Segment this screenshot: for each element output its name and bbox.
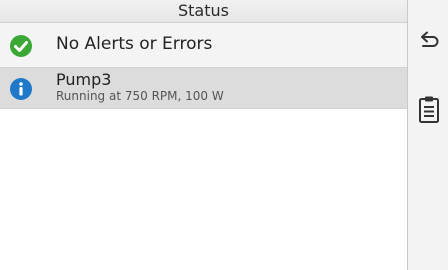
page-title: Status xyxy=(0,0,407,23)
status-panel: Status No Alerts or Errors Pump3 Running… xyxy=(0,0,408,270)
info-icon xyxy=(9,77,33,101)
status-item-pump3[interactable]: Pump3 Running at 750 RPM, 100 W xyxy=(0,68,407,109)
status-item-subtitle: Running at 750 RPM, 100 W xyxy=(56,89,224,103)
clipboard-icon xyxy=(419,96,439,123)
status-item-no-alerts[interactable]: No Alerts or Errors xyxy=(0,23,407,68)
back-arrow-icon xyxy=(421,31,439,47)
status-screen: Status No Alerts or Errors Pump3 Running… xyxy=(0,0,448,270)
status-item-title: Pump3 xyxy=(56,70,112,89)
status-item-title: No Alerts or Errors xyxy=(56,34,213,54)
back-button[interactable] xyxy=(408,22,448,58)
right-sidebar xyxy=(408,0,448,270)
clipboard-button[interactable] xyxy=(408,88,448,124)
check-circle-icon xyxy=(9,34,33,58)
